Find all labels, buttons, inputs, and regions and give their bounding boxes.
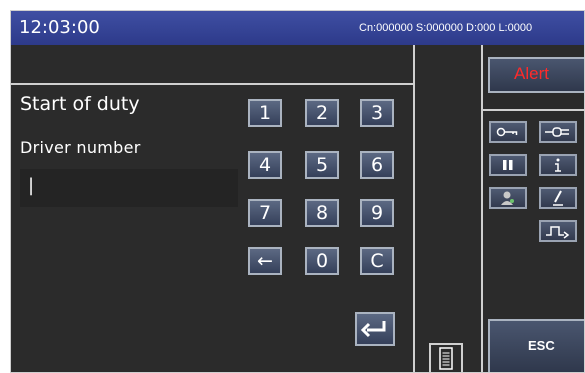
- alert-button[interactable]: Alert: [488, 57, 584, 93]
- backspace-key[interactable]: ←: [248, 247, 282, 275]
- keypad-key-9[interactable]: 9: [360, 199, 394, 227]
- info-button[interactable]: [539, 154, 577, 176]
- driver-number-field[interactable]: |: [20, 169, 238, 207]
- keypad-key-0[interactable]: 0: [305, 247, 339, 275]
- plug-icon: [545, 127, 569, 137]
- keypad-key-7[interactable]: 7: [248, 199, 282, 227]
- contact-icon: [501, 191, 514, 205]
- pause-icon: [503, 160, 513, 170]
- clear-key[interactable]: C: [360, 247, 394, 275]
- side-panel-divider: [481, 109, 584, 111]
- enter-return-icon: [360, 321, 386, 338]
- document-icon: [439, 347, 453, 370]
- key-icon: [496, 127, 518, 137]
- pen-icon: [553, 190, 563, 206]
- keypad-key-1[interactable]: 1: [248, 99, 282, 127]
- counters-readout: Cn:000000 S:000000 D:000 L:0000: [359, 22, 533, 34]
- keypad-key-5[interactable]: 5: [305, 151, 339, 179]
- info-icon: [555, 158, 561, 172]
- keypad-key-6[interactable]: 6: [360, 151, 394, 179]
- right-panel-divider: [481, 45, 483, 372]
- route-icon: [546, 226, 570, 239]
- left-panel-divider: [413, 45, 415, 372]
- keypad-key-4[interactable]: 4: [248, 151, 282, 179]
- keypad-key-8[interactable]: 8: [305, 199, 339, 227]
- esc-button[interactable]: ESC: [488, 319, 584, 372]
- document-button[interactable]: [429, 343, 463, 372]
- edit-button[interactable]: [539, 187, 577, 209]
- status-bar: 12:03:00 Cn:000000 S:000000 D:000 L:0000: [11, 11, 584, 45]
- key-button[interactable]: [489, 121, 527, 143]
- plug-button[interactable]: [539, 121, 577, 143]
- contact-button[interactable]: [489, 187, 527, 209]
- title-divider: [11, 83, 413, 85]
- clock: 12:03:00: [19, 17, 100, 38]
- page-title: Start of duty: [20, 93, 140, 115]
- terminal-screen: 12:03:00 Cn:000000 S:000000 D:000 L:0000…: [10, 10, 585, 373]
- pause-button[interactable]: [489, 154, 527, 176]
- keypad-key-2[interactable]: 2: [305, 99, 339, 127]
- enter-button[interactable]: [355, 312, 395, 346]
- driver-number-label: Driver number: [20, 138, 141, 157]
- route-button[interactable]: [539, 220, 577, 242]
- keypad-key-3[interactable]: 3: [360, 99, 394, 127]
